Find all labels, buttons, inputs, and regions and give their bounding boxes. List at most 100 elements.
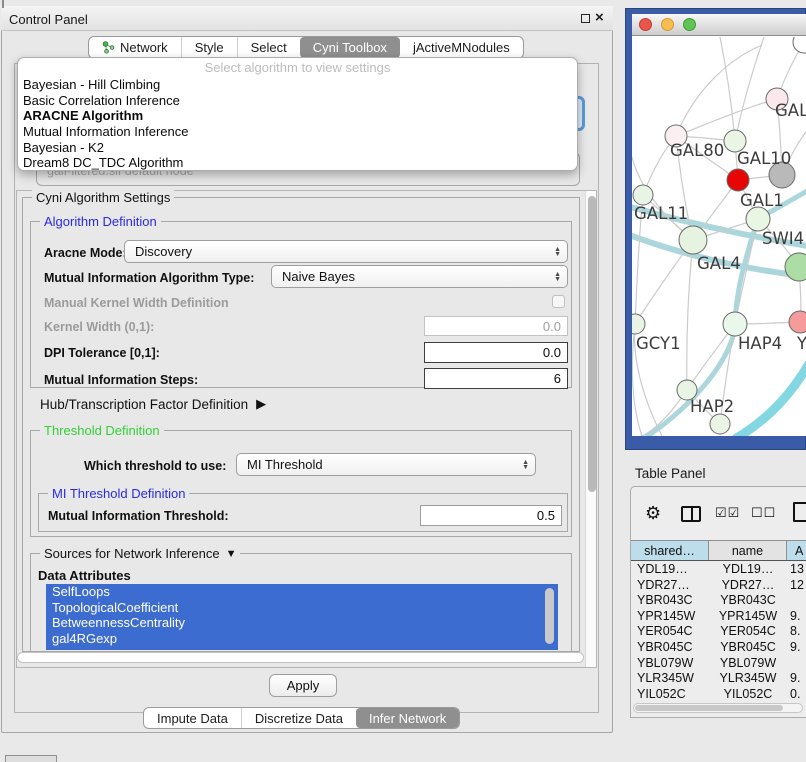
kernel-width-field[interactable]: 0.0	[424, 316, 568, 336]
table-body: YDL19…YDL19…13 YDR27…YDR27…12 YBR043CYBR…	[631, 562, 806, 699]
algorithm-option[interactable]: Bayesian - Hill Climbing	[18, 77, 577, 93]
network-canvas[interactable]: GAL GAL80 GAL10 GAL1 GAL11 SWI4 GAL4 GCY…	[632, 37, 806, 436]
column-view-icon[interactable]	[681, 506, 701, 522]
table-row[interactable]: YER054CYER054C8.	[631, 624, 806, 640]
tab-jactivemnodules[interactable]: jActiveMNodules	[400, 37, 523, 58]
settings-vertical-scrollbar[interactable]	[585, 191, 596, 667]
combo-stepper-icon: ▲▼	[522, 460, 529, 470]
network-window-titlebar	[632, 14, 806, 36]
manual-kernel-width-checkbox[interactable]	[552, 295, 565, 308]
table-row[interactable]: YBL079WYBL079W	[631, 656, 806, 672]
dpi-tolerance-field[interactable]: 0.0	[424, 342, 568, 363]
bright-edge	[735, 355, 806, 436]
hub-definition-label: Hub/Transcription Factor Definition	[40, 397, 248, 412]
algorithm-dropdown-popup: Select algorithm to view settings Bayesi…	[17, 57, 578, 171]
window-zoom-button[interactable]	[683, 18, 696, 31]
algorithm-popup-prompt: Select algorithm to view settings	[18, 60, 577, 77]
algorithm-option[interactable]: Mutual Information Inference	[18, 124, 577, 140]
tab-network-label: Network	[120, 40, 168, 55]
bottom-left-partial-widget	[5, 755, 57, 762]
mi-algorithm-type-label: Mutual Information Algorithm Type:	[44, 271, 254, 285]
table-row[interactable]: YBR043CYBR043C	[631, 593, 806, 609]
attribute-item-selected[interactable]: gal4RGexp	[46, 631, 558, 647]
table-scrollbar-thumb[interactable]	[635, 705, 783, 711]
node-label: GCY1	[636, 334, 681, 353]
gear-icon[interactable]: ⚙	[645, 503, 661, 524]
manual-kernel-width-label: Manual Kernel Width Definition	[44, 296, 229, 310]
new-table-icon[interactable]	[793, 502, 806, 522]
column-header-name[interactable]: name	[709, 541, 787, 560]
tab-network[interactable]: Network	[89, 37, 181, 58]
table-horizontal-scrollbar[interactable]	[633, 703, 803, 713]
network-node-gal1-selected[interactable]	[727, 169, 749, 191]
attribute-item-selected[interactable]: BetweennessCentrality	[46, 615, 558, 631]
threshold-definition-title: Threshold Definition	[40, 423, 164, 438]
network-node-swi4[interactable]	[746, 207, 770, 231]
hub-definition-section[interactable]: Hub/Transcription Factor Definition ▶	[40, 396, 266, 412]
deselect-all-columns-icon[interactable]: ☐☐	[751, 505, 776, 521]
algorithm-option[interactable]: Basic Correlation Inference	[18, 93, 577, 109]
cyni-bottom-tabbar: Impute Data Discretize Data Infer Networ…	[143, 707, 460, 729]
table-row[interactable]: YDL19…YDL19…13	[631, 562, 806, 578]
node-label: GAL4	[697, 254, 741, 273]
tab-select[interactable]: Select	[237, 37, 300, 58]
network-node-salmon[interactable]	[789, 311, 806, 333]
aracne-mode-value: Discovery	[135, 244, 192, 259]
table-row[interactable]: YDR27…YDR27…12	[631, 578, 806, 594]
which-threshold-value: MI Threshold	[247, 457, 323, 472]
cyni-algorithm-settings-title: Cyni Algorithm Settings	[32, 190, 174, 205]
network-node-gal11[interactable]	[633, 185, 653, 205]
column-header-shared-name[interactable]: shared…	[631, 541, 709, 560]
table-panel-title: Table Panel	[635, 466, 706, 481]
tab-discretize-data[interactable]: Discretize Data	[241, 708, 356, 728]
network-node[interactable]	[793, 37, 806, 53]
network-node-gal4[interactable]	[679, 226, 707, 254]
network-node-gcy1[interactable]	[632, 314, 645, 334]
apply-button[interactable]: Apply	[269, 674, 337, 697]
table-row[interactable]: YBR045CYBR045C9.	[631, 640, 806, 656]
float-window-icon[interactable]	[581, 14, 590, 23]
window-close-button[interactable]	[639, 18, 652, 31]
sources-group-title: Sources for Network Inference	[44, 546, 220, 561]
attribute-item-selected[interactable]: SelfLoops	[46, 584, 558, 600]
close-window-icon[interactable]: ×	[595, 9, 604, 26]
algorithm-option[interactable]: Bayesian - K2	[18, 140, 577, 156]
node-label: GAL	[775, 101, 806, 120]
mi-steps-label: Mutual Information Steps:	[44, 373, 198, 387]
network-icon	[102, 41, 115, 54]
mi-algorithm-type-combo[interactable]: Naive Bayes ▲▼	[271, 265, 568, 288]
aracne-mode-combo[interactable]: Discovery ▲▼	[124, 240, 568, 263]
table-row[interactable]: YPR145WYPR145W9.	[631, 609, 806, 625]
collapse-arrow-icon[interactable]: ▼	[226, 548, 237, 560]
table-row[interactable]: YIL052CYIL052C0.	[631, 687, 806, 699]
mi-threshold-label: Mutual Information Threshold:	[48, 509, 229, 523]
screen: Control Panel × Network Style Select Cyn…	[0, 0, 806, 762]
algorithm-definition-title: Algorithm Definition	[40, 214, 161, 229]
data-attributes-list: SelfLoops TopologicalCoefficient Between…	[46, 584, 558, 650]
tab-impute-data[interactable]: Impute Data	[144, 708, 241, 728]
list-scrollbar-thumb[interactable]	[545, 588, 554, 644]
network-window-inner: GAL GAL80 GAL10 GAL1 GAL11 SWI4 GAL4 GCY…	[632, 14, 806, 436]
settings-horizontal-scrollbar[interactable]	[17, 652, 584, 663]
network-node-hap4[interactable]	[723, 312, 747, 336]
tab-style[interactable]: Style	[181, 37, 237, 58]
node-label: GAL11	[634, 204, 688, 223]
algorithm-option-selected[interactable]: ARACNE Algorithm	[18, 108, 577, 124]
control-panel-title: Control Panel	[9, 12, 88, 27]
column-header-partial[interactable]: A	[787, 541, 806, 560]
expand-arrow-icon[interactable]: ▶	[256, 396, 266, 412]
network-node[interactable]	[710, 414, 730, 434]
attribute-item-selected[interactable]: TopologicalCoefficient	[46, 600, 558, 616]
algorithm-option[interactable]: Dream8 DC_TDC Algorithm	[18, 155, 577, 171]
which-threshold-combo[interactable]: MI Threshold ▲▼	[236, 453, 536, 476]
tab-cyni-toolbox[interactable]: Cyni Toolbox	[300, 37, 400, 58]
tab-infer-network[interactable]: Infer Network	[356, 708, 459, 728]
mi-threshold-field[interactable]: 0.5	[420, 505, 562, 526]
settings-vertical-scrollbar-thumb[interactable]	[588, 196, 596, 492]
mi-steps-field[interactable]: 6	[424, 368, 568, 389]
aracne-mode-label: Aracne Mode:	[44, 246, 127, 260]
table-row[interactable]: YLR345WYLR345W9.	[631, 671, 806, 687]
sources-group-title-row: Sources for Network Inference ▼	[40, 546, 240, 561]
select-all-columns-icon[interactable]: ☑☑	[715, 505, 740, 521]
window-minimize-button[interactable]	[661, 18, 674, 31]
